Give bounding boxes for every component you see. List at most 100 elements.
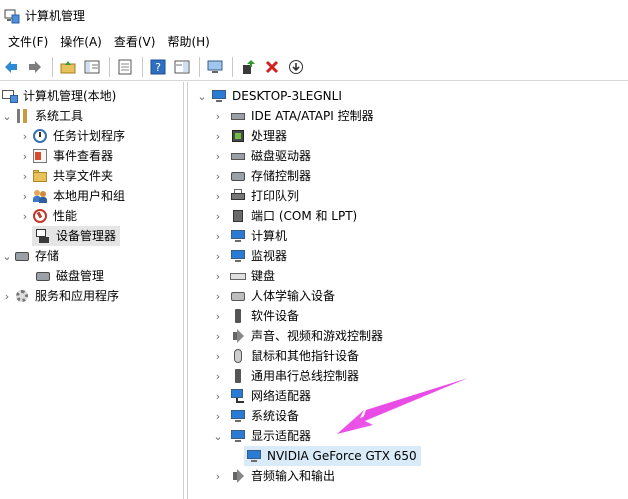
device-category-ide[interactable]: › IDE ATA/ATAPI 控制器	[211, 106, 374, 126]
chevron-right-icon[interactable]: ›	[18, 186, 32, 206]
tree-item-storage[interactable]: ⌄ 存储	[0, 246, 59, 266]
tree-item-shared-folders[interactable]: › 共享文件夹	[18, 166, 113, 186]
device-category-software-devices[interactable]: › 软件设备	[211, 306, 299, 326]
tree-item-performance[interactable]: › 性能	[18, 206, 77, 226]
console-tree-pane: 计算机管理(本地) ⌄ 系统工具 › 任务计划程序 › 事件查看器 › 共享文件…	[0, 82, 184, 499]
chevron-right-icon[interactable]: ›	[211, 246, 225, 266]
chevron-right-icon[interactable]: ›	[211, 146, 225, 166]
chevron-right-icon[interactable]: ›	[211, 346, 225, 366]
chevron-down-icon[interactable]: ⌄	[0, 246, 14, 266]
tree-item-task-scheduler[interactable]: › 任务计划程序	[18, 126, 125, 146]
help-icon[interactable]: ?	[147, 56, 169, 78]
chevron-right-icon[interactable]: ›	[18, 146, 32, 166]
chevron-right-icon[interactable]: ›	[18, 166, 32, 186]
device-category-label: 鼠标和其他指针设备	[251, 349, 360, 363]
device-category-processor[interactable]: › 处理器	[211, 126, 287, 146]
tree-item-disk-management[interactable]: 磁盘管理	[35, 266, 104, 286]
device-manager-icon	[35, 228, 51, 244]
device-category-ports[interactable]: › 端口 (COM 和 LPT)	[211, 206, 357, 226]
device-category-system[interactable]: › 系统设备	[211, 406, 299, 426]
chevron-right-icon[interactable]: ›	[211, 366, 225, 386]
chevron-right-icon[interactable]: ›	[211, 226, 225, 246]
chevron-right-icon[interactable]: ›	[211, 326, 225, 346]
chevron-right-icon[interactable]: ›	[211, 186, 225, 206]
device-category-usb[interactable]: › 通用串行总线控制器	[211, 366, 359, 386]
device-category-label: 监视器	[251, 249, 288, 263]
forward-arrow-icon[interactable]	[24, 56, 46, 78]
speaker-icon	[230, 328, 246, 344]
clock-icon	[32, 128, 48, 144]
display-adapter-icon	[246, 448, 262, 464]
tree-item-services[interactable]: › 服务和应用程序	[0, 286, 119, 306]
menu-view[interactable]: 查看(V)	[109, 31, 161, 53]
device-category-label: 网络适配器	[251, 389, 312, 403]
download-icon[interactable]	[285, 56, 307, 78]
menu-bar: 文件(F) 操作(A) 查看(V) 帮助(H)	[0, 31, 628, 53]
device-root-label: DESKTOP-3LEGNLI	[232, 89, 342, 103]
device-category-print-queues[interactable]: › 打印队列	[211, 186, 299, 206]
disk-drive-icon	[230, 148, 246, 164]
update-driver-icon[interactable]	[237, 56, 259, 78]
chevron-right-icon[interactable]: ›	[211, 386, 225, 406]
chevron-right-icon[interactable]: ›	[18, 206, 32, 226]
device-category-network[interactable]: › 网络适配器	[211, 386, 311, 406]
tree-item-label: 本地用户和组	[53, 189, 126, 203]
toolbar-separator	[142, 57, 143, 77]
uninstall-icon[interactable]	[261, 56, 283, 78]
action-pane-icon[interactable]	[171, 56, 193, 78]
device-category-computer[interactable]: › 计算机	[211, 226, 287, 246]
computer-icon[interactable]	[204, 56, 226, 78]
network-adapter-icon	[230, 388, 246, 404]
device-category-display-adapters[interactable]: ⌄ 显示适配器	[211, 426, 311, 446]
device-category-audio-io[interactable]: › 音频输入和输出	[211, 466, 335, 486]
chevron-down-icon[interactable]: ⌄	[211, 426, 225, 446]
chevron-right-icon[interactable]: ›	[18, 126, 32, 146]
tools-icon	[14, 108, 30, 124]
device-root[interactable]: ⌄ DESKTOP-3LEGNLI	[195, 86, 342, 106]
chevron-right-icon[interactable]: ›	[211, 166, 225, 186]
device-category-disk-drives[interactable]: › 磁盘驱动器	[211, 146, 311, 166]
tree-root[interactable]: 计算机管理(本地)	[2, 86, 116, 106]
chevron-right-icon[interactable]: ›	[211, 266, 225, 286]
services-icon	[14, 288, 30, 304]
device-category-label: 存储控制器	[251, 169, 312, 183]
device-category-hid[interactable]: › 人体学输入设备	[211, 286, 335, 306]
menu-action[interactable]: 操作(A)	[55, 31, 107, 53]
toolbar: ?	[0, 54, 628, 81]
chevron-right-icon[interactable]: ›	[211, 206, 225, 226]
tree-item-event-viewer[interactable]: › 事件查看器	[18, 146, 113, 166]
chevron-right-icon[interactable]: ›	[211, 466, 225, 486]
tree-item-device-manager[interactable]: 设备管理器	[32, 226, 121, 246]
device-category-label: 键盘	[251, 269, 276, 283]
port-icon	[230, 208, 246, 224]
software-device-icon	[230, 308, 246, 324]
up-folder-icon[interactable]	[57, 56, 79, 78]
device-category-monitors[interactable]: › 监视器	[211, 246, 287, 266]
chevron-down-icon[interactable]: ⌄	[0, 106, 14, 126]
device-category-mice[interactable]: › 鼠标和其他指针设备	[211, 346, 359, 366]
device-category-label: 通用串行总线控制器	[251, 369, 360, 383]
usb-icon	[230, 368, 246, 384]
device-category-keyboards[interactable]: › 键盘	[211, 266, 275, 286]
chevron-right-icon[interactable]: ›	[0, 286, 14, 306]
device-category-storage-controllers[interactable]: › 存储控制器	[211, 166, 311, 186]
monitor-icon	[230, 248, 246, 264]
chevron-down-icon[interactable]: ⌄	[195, 86, 209, 106]
back-arrow-icon[interactable]	[0, 56, 22, 78]
properties-icon[interactable]	[114, 56, 136, 78]
title-bar: 计算机管理	[0, 0, 628, 31]
device-category-sound[interactable]: › 声音、视频和游戏控制器	[211, 326, 383, 346]
device-item-gpu[interactable]: NVIDIA GeForce GTX 650	[244, 446, 421, 466]
processor-icon	[230, 128, 246, 144]
tree-item-label: 任务计划程序	[53, 129, 126, 143]
chevron-right-icon[interactable]: ›	[211, 126, 225, 146]
menu-file[interactable]: 文件(F)	[3, 31, 53, 53]
tree-item-local-users[interactable]: › 本地用户和组	[18, 186, 125, 206]
menu-help[interactable]: 帮助(H)	[162, 31, 214, 53]
chevron-right-icon[interactable]: ›	[211, 106, 225, 126]
show-hide-tree-icon[interactable]	[81, 56, 103, 78]
chevron-right-icon[interactable]: ›	[211, 286, 225, 306]
tree-item-system-tools[interactable]: ⌄ 系统工具	[0, 106, 83, 126]
chevron-right-icon[interactable]: ›	[211, 406, 225, 426]
chevron-right-icon[interactable]: ›	[211, 306, 225, 326]
